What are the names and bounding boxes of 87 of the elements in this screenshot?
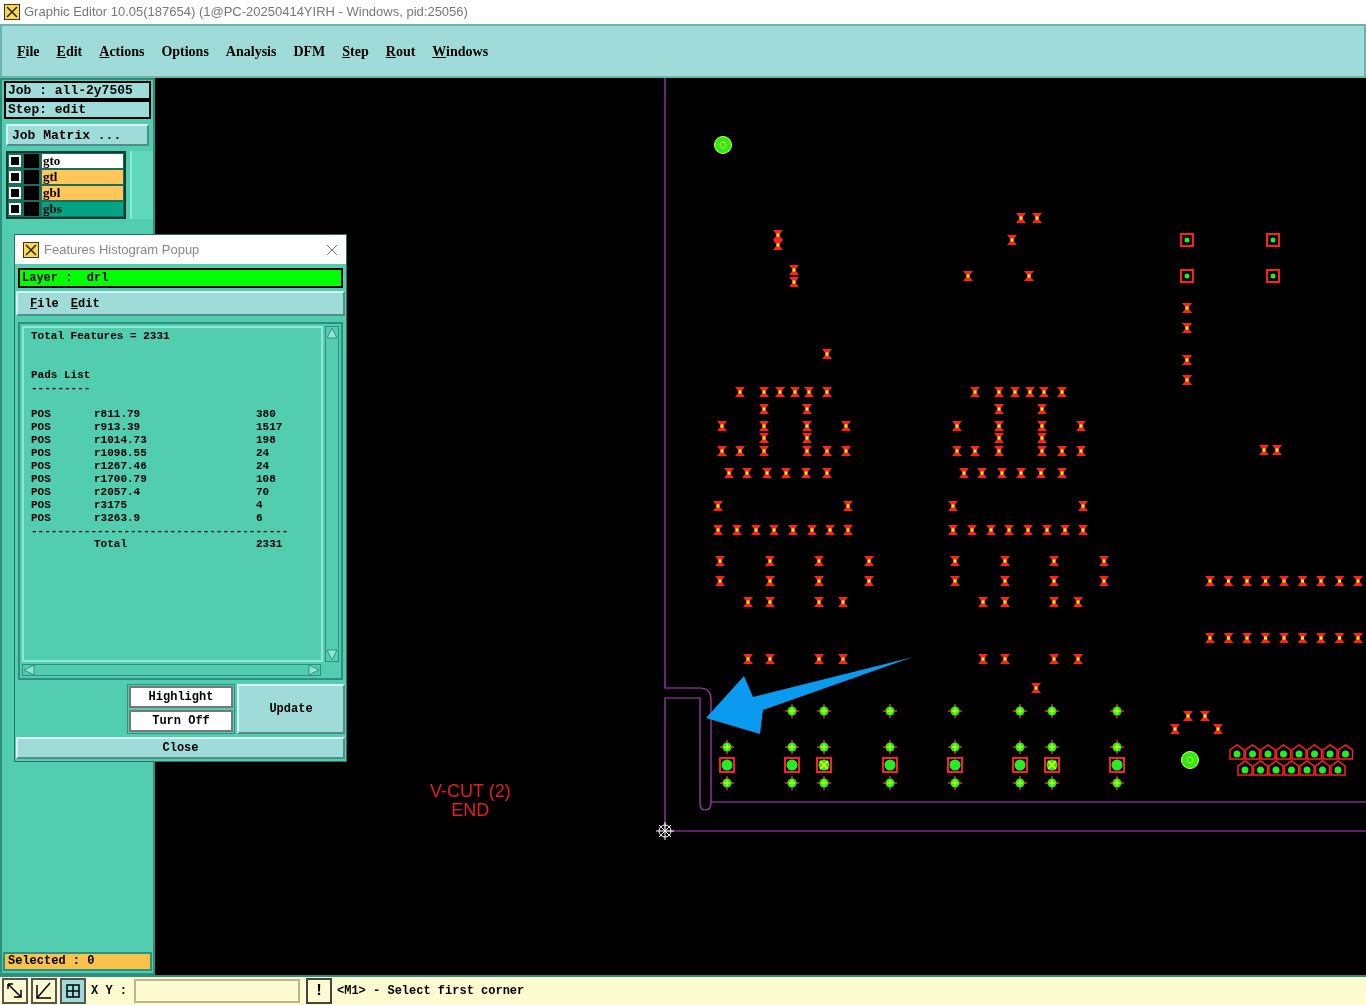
- layer-name[interactable]: gbl: [42, 186, 123, 200]
- table-cell: 70: [256, 486, 270, 499]
- section-rule: ---------: [31, 382, 92, 395]
- layer-color-swatch: [24, 202, 39, 216]
- grid-icon[interactable]: [60, 978, 86, 1004]
- coordinate-field[interactable]: [134, 979, 300, 1003]
- menu-item[interactable]: Rout: [383, 40, 418, 62]
- section-title: Pads List: [31, 369, 92, 382]
- menu-item[interactable]: Windows: [430, 40, 491, 62]
- layer-checkbox[interactable]: [9, 155, 21, 167]
- table-cell: 24: [256, 447, 270, 460]
- menu-item[interactable]: DFM: [291, 40, 328, 62]
- layer-name[interactable]: gbs: [42, 202, 123, 216]
- menu-item[interactable]: Step: [340, 40, 371, 62]
- job-matrix-button[interactable]: Job Matrix ...: [6, 124, 149, 146]
- table-cell-text: r811.79: [94, 408, 142, 421]
- table-cell: 380: [256, 408, 276, 421]
- horizontal-scrollbar[interactable]: [22, 664, 321, 676]
- table-cell-text: r3263.9: [94, 512, 142, 525]
- scroll-left-icon[interactable]: [23, 665, 35, 675]
- app-icon: [23, 241, 39, 258]
- table-cell-text: POS: [31, 421, 52, 434]
- measure-icon[interactable]: [31, 978, 57, 1004]
- canvas-label: V-CUT (2): [430, 782, 511, 801]
- table-cell-text: POS: [31, 460, 52, 473]
- table-cell: 198: [256, 434, 276, 447]
- layer-scroll-panel: [130, 151, 153, 219]
- menu-item[interactable]: Analysis: [223, 40, 279, 62]
- layer-color-swatch: [24, 170, 39, 184]
- table-cell-text: POS: [31, 512, 52, 525]
- table-cell-text: POS: [31, 447, 52, 460]
- highlight-button[interactable]: Highlight: [129, 686, 233, 708]
- table-cell-text: POS: [31, 408, 52, 421]
- layer-field: Layer : drl: [18, 268, 343, 288]
- menu-item[interactable]: File: [15, 40, 42, 62]
- table-cell: 6: [256, 512, 263, 525]
- table-cell-text: r1700.79: [94, 473, 148, 486]
- origin-marker-icon: [655, 821, 675, 841]
- menu-item[interactable]: Options: [159, 40, 211, 62]
- layer-name[interactable]: gto: [42, 154, 123, 168]
- layer-checkbox[interactable]: [9, 203, 21, 215]
- table-cell: 4: [256, 499, 263, 512]
- close-icon[interactable]: [326, 243, 338, 256]
- table-cell-text: r1267.46: [94, 460, 148, 473]
- scroll-up-icon[interactable]: [326, 327, 338, 339]
- selected-count: Selected : 0: [3, 952, 152, 971]
- window-title: Graphic Editor 10.05(187654) (1@PC-20250414YIRH - Windows, pid:25056): [24, 3, 468, 22]
- table-cell: 1517: [256, 421, 283, 434]
- table-cell-text: r1014.73: [94, 434, 148, 447]
- table-cell-text: r913.39: [94, 421, 142, 434]
- canvas-label: END: [451, 801, 490, 820]
- job-field: Job : all-2y7505: [4, 81, 151, 100]
- status-message: <M1> - Select first corner: [337, 983, 525, 1000]
- table-cell-text: r2057.4: [94, 486, 142, 499]
- table-cell-text: POS: [31, 473, 52, 486]
- alert-button[interactable]: !: [306, 978, 332, 1004]
- layer-checkbox[interactable]: [9, 187, 21, 199]
- vertical-scrollbar[interactable]: [325, 326, 339, 662]
- zoom-icon[interactable]: [2, 978, 28, 1004]
- close-button[interactable]: Close: [16, 737, 345, 759]
- menu-item[interactable]: File: [30, 294, 59, 313]
- menu-item[interactable]: Actions: [97, 40, 147, 62]
- scroll-right-icon[interactable]: [308, 665, 320, 675]
- table-cell-text: r3175: [94, 499, 128, 512]
- total-features-text: Total Features = 2331: [31, 330, 171, 343]
- table-cell-text: POS: [31, 486, 52, 499]
- table-cell-text: POS: [31, 434, 52, 447]
- popup-title: Features Histogram Popup: [44, 240, 201, 259]
- menu-item[interactable]: Edit: [54, 40, 85, 62]
- layer-name[interactable]: gtl: [42, 170, 123, 184]
- layer-checkbox[interactable]: [9, 171, 21, 183]
- table-cell: 24: [256, 460, 270, 473]
- table-rule: ---------------------------------------: [31, 525, 290, 538]
- app-icon: [4, 4, 20, 20]
- turn-off-button[interactable]: Turn Off: [129, 710, 233, 732]
- menu-item[interactable]: Edit: [70, 294, 100, 313]
- layer-color-swatch: [24, 154, 39, 168]
- total-label: Total: [94, 538, 128, 551]
- table-cell-text: r1098.55: [94, 447, 148, 460]
- total-count: 2331: [256, 538, 283, 551]
- update-button[interactable]: Update: [237, 684, 345, 734]
- table-cell: 108: [256, 473, 276, 486]
- table-cell-text: POS: [31, 499, 52, 512]
- step-field: Step: edit: [4, 100, 151, 119]
- scroll-down-icon[interactable]: [326, 649, 338, 661]
- layer-color-swatch: [24, 186, 39, 200]
- xy-label: X Y :: [90, 983, 128, 1000]
